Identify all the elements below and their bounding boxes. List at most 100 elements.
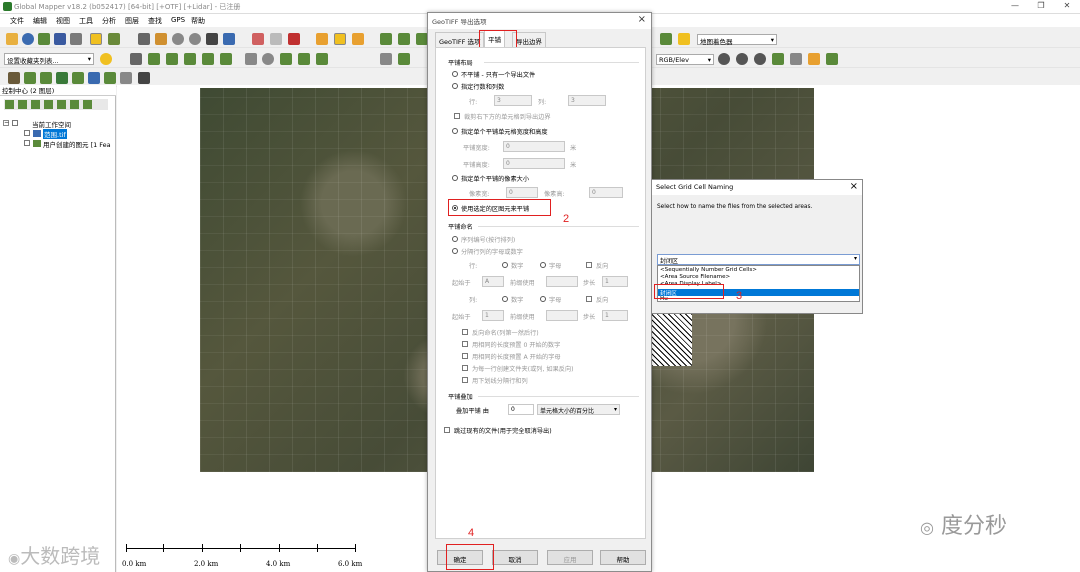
grid2-icon[interactable]: [772, 53, 784, 65]
skip-existing-checkbox[interactable]: [444, 427, 450, 433]
px-height-input[interactable]: 0: [589, 187, 623, 198]
home-icon[interactable]: [223, 33, 235, 45]
elev-icon[interactable]: [660, 33, 672, 45]
shader-dropdown[interactable]: 地图着色器 ▾: [697, 34, 777, 46]
vertex-icon[interactable]: [245, 53, 257, 65]
tile-height-input[interactable]: 0: [503, 158, 565, 169]
radio-cell-size[interactable]: [452, 128, 458, 134]
rows-input[interactable]: 3: [494, 95, 532, 106]
radio-no-tile[interactable]: [452, 71, 458, 77]
overlap-input[interactable]: 0: [508, 404, 534, 415]
line5-icon[interactable]: [202, 53, 214, 65]
option-sequential[interactable]: <Sequentially Number Grid Cells>: [660, 267, 757, 273]
help-button[interactable]: 帮助: [600, 550, 646, 565]
pointer-icon[interactable]: [138, 33, 150, 45]
prefix-col-input[interactable]: [546, 310, 578, 321]
menu-layer[interactable]: 图层: [125, 16, 139, 26]
row-letter-radio[interactable]: [540, 262, 546, 268]
road-icon[interactable]: [120, 72, 132, 84]
pad-zero-checkbox[interactable]: [462, 341, 468, 347]
col-numeric-radio[interactable]: [502, 296, 508, 302]
plant-icon[interactable]: [40, 72, 52, 84]
gear2-icon[interactable]: [736, 53, 748, 65]
pan-icon[interactable]: [155, 33, 167, 45]
folder-checkbox[interactable]: [462, 365, 468, 371]
menu-tools[interactable]: 工具: [79, 16, 93, 26]
copy-icon[interactable]: [270, 33, 282, 45]
prefix-row-input[interactable]: [546, 276, 578, 287]
layer-visible-icon[interactable]: [83, 100, 92, 109]
gear-icon[interactable]: [718, 53, 730, 65]
layer-remove-icon[interactable]: [18, 100, 27, 109]
apply-button[interactable]: 应用: [547, 550, 593, 565]
menu-help[interactable]: 帮助: [191, 16, 205, 26]
cols-input[interactable]: 3: [568, 95, 606, 106]
line3-icon[interactable]: [166, 53, 178, 65]
tab-export-bounds[interactable]: 导出边界: [512, 32, 546, 47]
map-icon[interactable]: [38, 33, 50, 45]
warning-icon[interactable]: [790, 53, 802, 65]
line4-icon[interactable]: [184, 53, 196, 65]
radio-rows-cols[interactable]: [452, 83, 458, 89]
step-col-input[interactable]: 1: [602, 310, 628, 321]
info-icon[interactable]: [334, 33, 346, 45]
favorites-dropdown[interactable]: 设置收藏夹列表... ▾: [4, 53, 94, 65]
overlap-unit-dropdown[interactable]: 单元格大小的百分比 ▾: [537, 404, 620, 415]
elev-dropdown[interactable]: RGB/Elev ▾: [656, 54, 714, 65]
menu-view[interactable]: 视图: [56, 16, 70, 26]
crop-checkbox[interactable]: [454, 113, 460, 119]
layers-icon[interactable]: [90, 33, 102, 45]
dialog-close-icon[interactable]: ×: [638, 14, 646, 25]
cancel-button[interactable]: 取消: [492, 550, 538, 565]
grid-naming-select[interactable]: 封闭区 ▾: [657, 254, 860, 265]
terrain-icon[interactable]: [380, 33, 392, 45]
underscore-checkbox[interactable]: [462, 377, 468, 383]
grid-dialog-close-icon[interactable]: ×: [850, 181, 858, 192]
tree-icon[interactable]: [56, 72, 68, 84]
layer-add-icon[interactable]: [5, 100, 14, 109]
measure-icon[interactable]: [316, 33, 328, 45]
maximize-icon[interactable]: ❐: [1030, 1, 1052, 13]
layer-metadata-icon[interactable]: [70, 100, 79, 109]
draw-icon[interactable]: [252, 33, 264, 45]
check-icon[interactable]: [826, 53, 838, 65]
feature-icon[interactable]: [352, 33, 364, 45]
option-area-source[interactable]: <Area Source Filename>: [660, 274, 730, 280]
start-row-input[interactable]: A: [482, 276, 504, 287]
star-icon[interactable]: [100, 53, 112, 65]
crop-icon[interactable]: [72, 72, 84, 84]
start-col-input[interactable]: 1: [482, 310, 504, 321]
save-icon[interactable]: [54, 33, 66, 45]
layer-options-icon[interactable]: [57, 100, 66, 109]
tab-geotiff-options[interactable]: GeoTIFF 选项: [435, 32, 485, 47]
menu-file[interactable]: 文件: [10, 16, 24, 26]
delete-icon[interactable]: [288, 33, 300, 45]
col-letter-radio[interactable]: [540, 296, 546, 302]
print-icon[interactable]: [70, 33, 82, 45]
step-row-input[interactable]: 1: [602, 276, 628, 287]
water-icon[interactable]: [88, 72, 100, 84]
workspace-checkbox[interactable]: [12, 120, 18, 126]
menu-gps[interactable]: GPS: [171, 16, 185, 24]
zoom-out-icon[interactable]: [189, 33, 201, 45]
menu-analysis[interactable]: 分析: [102, 16, 116, 26]
radio-pixel-size[interactable]: [452, 175, 458, 181]
radio-sequence[interactable]: [452, 236, 458, 242]
layer-item-2[interactable]: 用户创建的图元 [1 Fea: [43, 139, 111, 149]
row-numeric-radio[interactable]: [502, 262, 508, 268]
mountain-icon[interactable]: [8, 72, 20, 84]
layer-up-icon[interactable]: [31, 100, 40, 109]
close-icon[interactable]: ✕: [1056, 1, 1078, 13]
back-icon[interactable]: [206, 33, 218, 45]
line-icon[interactable]: [130, 53, 142, 65]
px-width-input[interactable]: 0: [506, 187, 538, 198]
line6-icon[interactable]: [220, 53, 232, 65]
minimize-icon[interactable]: —: [1004, 1, 1026, 13]
farm-icon[interactable]: [104, 72, 116, 84]
menu-search[interactable]: 查找: [148, 16, 162, 26]
grid-icon[interactable]: [108, 33, 120, 45]
edit-icon[interactable]: [280, 53, 292, 65]
col-reverse-checkbox[interactable]: [586, 296, 592, 302]
zoom-in-icon[interactable]: [172, 33, 184, 45]
grass-icon[interactable]: [24, 72, 36, 84]
